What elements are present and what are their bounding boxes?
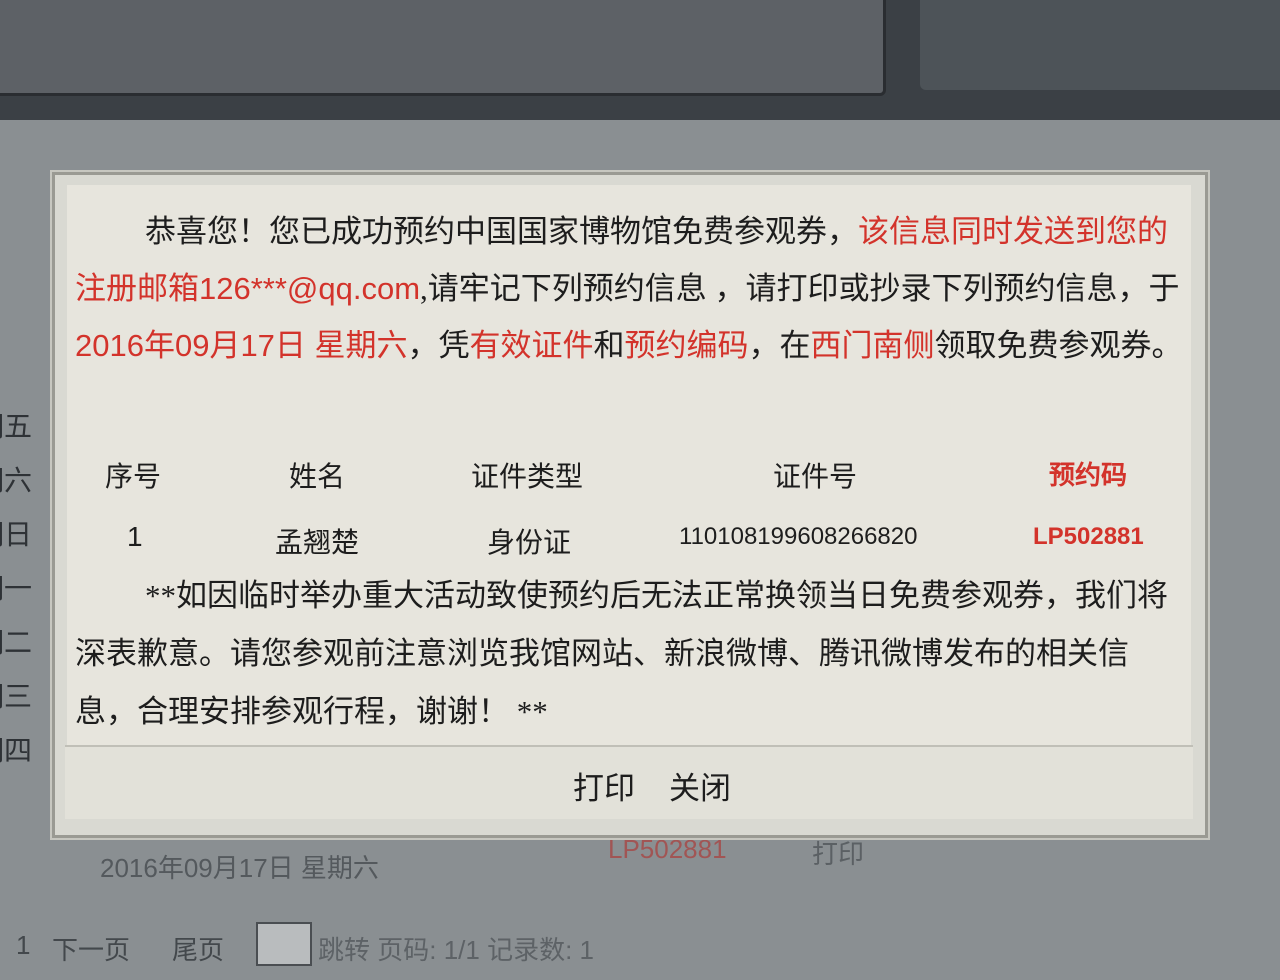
dialog-content: 恭喜您！您已成功预约中国国家博物馆免费参观券，该信息同时发送到您的注册邮箱126… <box>67 185 1191 745</box>
header-id-type: 证件类型 <box>471 461 584 492</box>
booking-success-dialog: 恭喜您！您已成功预约中国国家博物馆免费参观券，该信息同时发送到您的注册邮箱126… <box>52 172 1208 838</box>
visit-date: 2016年09月17日 星期六 <box>75 328 408 363</box>
greeting-text: 恭喜您！您已成功预约中国国家博物馆免费参观券， <box>145 214 858 249</box>
row-booking-code: LP502881 <box>1033 523 1144 550</box>
row-name: 孟翘楚 <box>275 527 360 558</box>
header-booking-code: 预约码 <box>1049 460 1128 490</box>
pager-last-link[interactable]: 尾页 <box>172 930 224 967</box>
background-header-right <box>920 0 1280 90</box>
booking-code-text: 预约编码 <box>624 328 749 363</box>
success-message: 恭喜您！您已成功预约中国国家博物馆免费参观券，该信息同时发送到您的注册邮箱126… <box>75 203 1185 374</box>
weekday-label: 期六 <box>0 465 33 496</box>
header-id-number: 证件号 <box>773 461 858 492</box>
background-print-link[interactable]: 打印 <box>812 834 864 871</box>
background-row-code: LP502881 <box>608 834 727 864</box>
location-text: 西门南侧 <box>810 328 935 363</box>
pager-next-link[interactable]: 下一页 <box>52 930 130 967</box>
row-id-type: 身份证 <box>487 527 572 558</box>
pager-goto-link[interactable]: 跳转 <box>318 935 370 965</box>
with-text: ，凭 <box>407 328 470 363</box>
pager-record-info: 页码: 1/1 记录数: 1 <box>377 935 594 965</box>
close-button[interactable]: 关闭 <box>669 763 731 808</box>
header-name: 姓名 <box>289 461 346 492</box>
background-pager: 1 下一页 尾页 跳转 页码: 1/1 记录数: 1 <box>0 922 1280 966</box>
notice-text: **如因临时举办重大活动致使预约后无法正常换领当日免费参观券，我们将深表歉意。请… <box>75 578 1168 729</box>
row-index: 1 <box>127 521 143 552</box>
print-button[interactable]: 打印 <box>573 763 635 808</box>
row-id-number: 110108199608266820 <box>679 523 918 550</box>
valid-id-text: 有效证件 <box>469 328 594 363</box>
weekday-label: 期五 <box>0 411 33 442</box>
header-index: 序号 <box>105 461 162 492</box>
background-booking-row: 2016年09月17日 星期六 LP502881 打印 <box>100 834 1200 894</box>
at-text: ，在 <box>748 328 811 363</box>
collect-text: 领取免费参观券。 <box>934 328 1183 363</box>
pager-goto-input[interactable] <box>256 922 312 966</box>
weekday-label: 期四 <box>0 735 33 766</box>
pager-page-number[interactable]: 1 <box>16 930 30 961</box>
background-header-panel <box>0 0 886 96</box>
weekday-label: 期三 <box>0 681 33 712</box>
dialog-button-bar: 打印 关闭 <box>65 745 1193 819</box>
pager-info: 跳转 页码: 1/1 记录数: 1 <box>318 930 594 967</box>
weekday-label: 期二 <box>0 627 33 658</box>
weekday-label: 期日 <box>0 519 33 550</box>
weekday-label: 期一 <box>0 573 33 604</box>
background-row-date: 2016年09月17日 星期六 <box>100 853 379 883</box>
background-weekday-column: 期五 期六 期日 期一 期二 期三 期四 <box>0 400 34 778</box>
and-text: 和 <box>593 328 625 363</box>
remember-text: ,请牢记下列预约信息 ，请打印或抄录下列预约信息，于 <box>420 271 1180 306</box>
